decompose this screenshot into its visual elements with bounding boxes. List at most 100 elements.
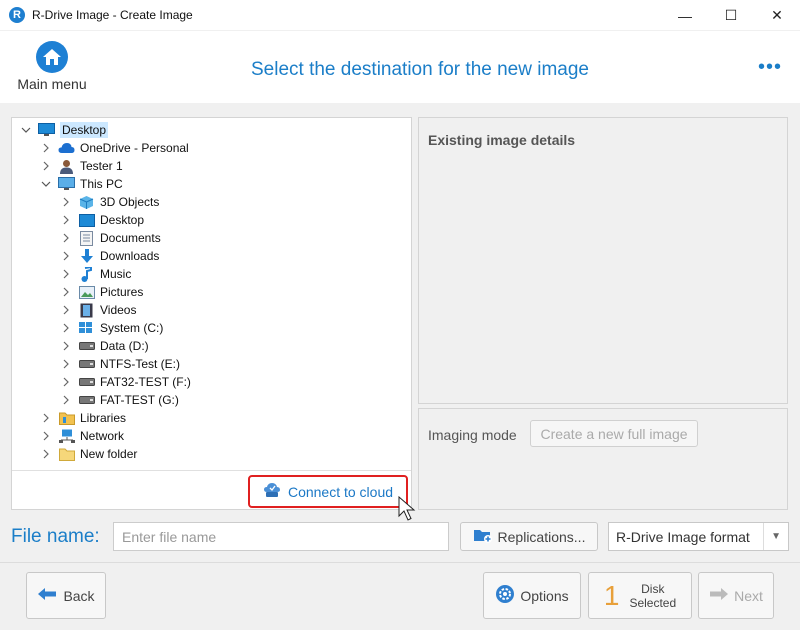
video-film-icon xyxy=(78,303,95,318)
maximize-button[interactable]: ☐ xyxy=(708,0,754,31)
header: Main menu Select the destination for the… xyxy=(0,31,800,103)
disk-selected-button[interactable]: 1 Disk Selected xyxy=(588,572,692,619)
system-drive-icon xyxy=(78,321,95,336)
drive-icon xyxy=(78,339,95,354)
tree-item[interactable]: 3D Objects xyxy=(12,193,411,211)
options-button[interactable]: Options xyxy=(483,572,581,619)
tree-item[interactable]: NTFS-Test (E:) xyxy=(12,355,411,373)
file-name-input[interactable] xyxy=(113,522,449,551)
folder-tree: Desktop OneDrive - Personal Tester 1 This P… xyxy=(12,121,411,463)
more-options-icon[interactable]: ••• xyxy=(758,57,782,77)
music-note-icon xyxy=(78,266,95,282)
tree-item-label: System (C:) xyxy=(100,321,164,335)
tree-item[interactable]: Music xyxy=(12,265,411,283)
tree-item[interactable]: Desktop xyxy=(12,211,411,229)
maximize-icon: ☐ xyxy=(724,7,738,23)
next-label: Next xyxy=(734,587,763,604)
app-logo: R xyxy=(9,7,25,23)
chevron-right-icon[interactable] xyxy=(40,412,52,424)
disk-label: Disk xyxy=(641,581,665,596)
main-menu-label: Main menu xyxy=(17,76,87,92)
chevron-right-icon[interactable] xyxy=(60,286,72,298)
folder-tree-panel: Desktop OneDrive - Personal Tester 1 This P… xyxy=(11,117,412,510)
tree-item[interactable]: Documents xyxy=(12,229,411,247)
tree-item[interactable]: Data (D:) xyxy=(12,337,411,355)
picture-icon xyxy=(78,285,95,300)
chevron-down-icon[interactable] xyxy=(40,178,52,190)
disk-selected-text: Disk Selected xyxy=(629,582,676,610)
chevron-right-icon[interactable] xyxy=(60,376,72,388)
chevron-down-icon[interactable]: ▼ xyxy=(764,531,788,542)
selected-label: Selected xyxy=(629,595,677,610)
drive-icon xyxy=(78,375,95,390)
tree-item[interactable]: Videos xyxy=(12,301,411,319)
tree-item-label: Music xyxy=(100,267,132,281)
tree-item-label: Documents xyxy=(100,231,161,245)
chevron-right-icon[interactable] xyxy=(60,340,72,352)
chevron-right-icon[interactable] xyxy=(40,160,52,172)
tree-item[interactable]: New folder xyxy=(12,445,411,463)
tree-item[interactable]: Pictures xyxy=(12,283,411,301)
chevron-right-icon[interactable] xyxy=(40,142,52,154)
existing-image-details-panel: Existing image details xyxy=(418,117,788,404)
cube-icon xyxy=(78,195,95,210)
tree-item[interactable]: OneDrive - Personal xyxy=(12,139,411,157)
tree-item-label: 3D Objects xyxy=(100,195,160,209)
tree-item[interactable]: Desktop xyxy=(12,121,411,139)
tree-item-label: FAT-TEST (G:) xyxy=(100,393,179,407)
tree-item-label: Network xyxy=(80,429,125,443)
main-menu-button[interactable]: Main menu xyxy=(10,41,94,97)
network-icon xyxy=(58,429,75,444)
image-format-select[interactable]: R-Drive Image format ▼ xyxy=(608,522,789,551)
tree-item[interactable]: Libraries xyxy=(12,409,411,427)
tree-item[interactable]: Downloads xyxy=(12,247,411,265)
chevron-down-icon[interactable] xyxy=(20,124,32,136)
chevron-right-icon[interactable] xyxy=(40,430,52,442)
close-button[interactable]: ✕ xyxy=(754,0,800,31)
app-logo-letter: R xyxy=(13,9,21,21)
tree-item[interactable]: Tester 1 xyxy=(12,157,411,175)
tree-item[interactable]: Network xyxy=(12,427,411,445)
drive-icon xyxy=(78,357,95,372)
tree-item-label: Libraries xyxy=(80,411,127,425)
next-button[interactable]: Next xyxy=(698,572,774,619)
minimize-button[interactable]: — xyxy=(662,0,708,31)
chevron-right-icon[interactable] xyxy=(60,394,72,406)
back-label: Back xyxy=(63,587,95,604)
minimize-icon: — xyxy=(678,7,692,24)
tree-item[interactable]: This PC xyxy=(12,175,411,193)
library-folder-icon xyxy=(58,411,75,426)
connect-to-cloud-button[interactable]: Connect to cloud xyxy=(248,475,408,508)
tree-item[interactable]: FAT32-TEST (F:) xyxy=(12,373,411,391)
chevron-right-icon[interactable] xyxy=(60,214,72,226)
chevron-right-icon[interactable] xyxy=(60,250,72,262)
create-full-image-button[interactable]: Create a new full image xyxy=(530,420,698,447)
chevron-right-icon[interactable] xyxy=(60,322,72,334)
folder-add-icon xyxy=(473,527,493,546)
tree-item-label: Downloads xyxy=(100,249,160,263)
tree-item-label: Desktop xyxy=(100,213,145,227)
gear-icon xyxy=(495,584,515,607)
tree-item-label: OneDrive - Personal xyxy=(80,141,189,155)
chevron-right-icon[interactable] xyxy=(60,232,72,244)
tree-item-label: Videos xyxy=(100,303,137,317)
arrow-right-icon xyxy=(709,587,729,604)
tree-item-label: New folder xyxy=(80,447,138,461)
image-format-value: R-Drive Image format xyxy=(616,528,750,545)
tree-item-label: FAT32-TEST (F:) xyxy=(100,375,191,389)
chevron-right-icon[interactable] xyxy=(40,448,52,460)
chevron-right-icon[interactable] xyxy=(60,268,72,280)
tree-item-label: Desktop xyxy=(60,122,109,138)
chevron-right-icon[interactable] xyxy=(60,358,72,370)
download-arrow-icon xyxy=(78,248,95,264)
tree-item[interactable]: FAT-TEST (G:) xyxy=(12,391,411,409)
folder-icon xyxy=(58,447,75,462)
window-controls: — ☐ ✕ xyxy=(662,0,800,31)
computer-icon xyxy=(58,177,75,192)
replications-button[interactable]: Replications... xyxy=(460,522,598,551)
tree-item[interactable]: System (C:) xyxy=(12,319,411,337)
tree-item-label: Data (D:) xyxy=(100,339,149,353)
chevron-right-icon[interactable] xyxy=(60,196,72,208)
back-button[interactable]: Back xyxy=(26,572,106,619)
chevron-right-icon[interactable] xyxy=(60,304,72,316)
